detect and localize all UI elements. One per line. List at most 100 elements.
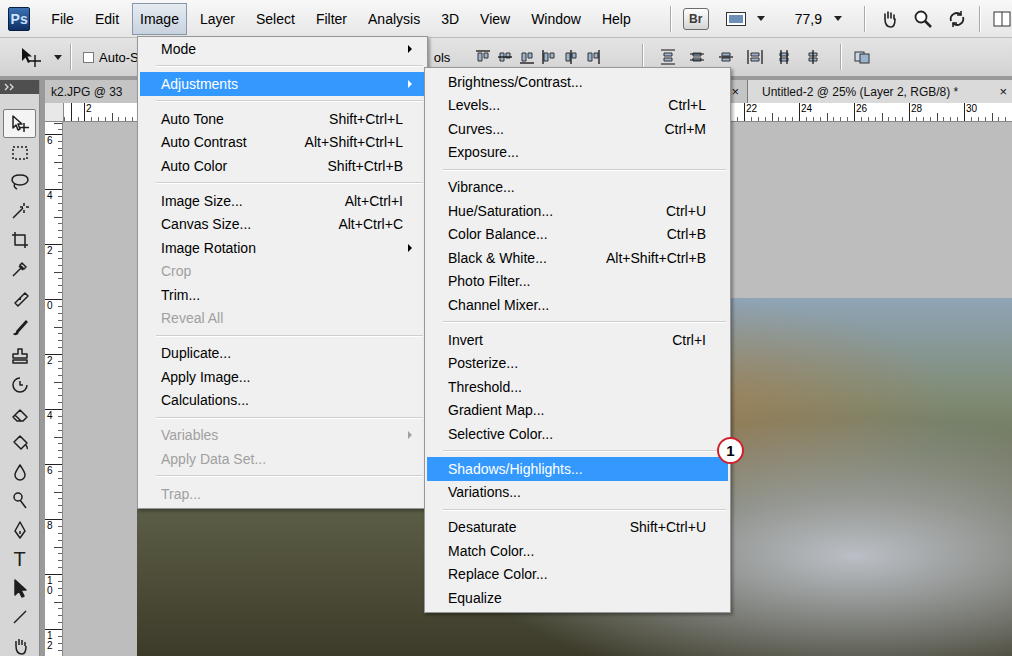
menu-item[interactable]: Posterize... — [427, 352, 728, 376]
menu-item[interactable]: Mode — [140, 37, 425, 61]
tool-button[interactable] — [0, 138, 39, 167]
menu-item[interactable]: Curves... Ctrl+M — [427, 117, 728, 141]
align-icon[interactable] — [540, 48, 558, 66]
menu-item[interactable]: Auto Tone Shift+Ctrl+L — [140, 107, 425, 131]
menu-item[interactable]: Image Rotation — [140, 236, 425, 260]
auto-select-checkbox[interactable] — [83, 52, 94, 63]
menu-item[interactable]: Crop — [140, 260, 425, 284]
tool-button[interactable] — [0, 370, 39, 399]
zoom-level[interactable]: 77,9 — [795, 11, 822, 27]
tool-button[interactable] — [0, 254, 39, 283]
tool-button[interactable] — [0, 573, 39, 602]
tool-button[interactable]: T — [0, 544, 39, 573]
menu-item[interactable]: Replace Color... — [427, 563, 728, 587]
ruler-origin[interactable] — [45, 103, 64, 122]
menu-title[interactable]: File — [43, 3, 82, 35]
menu-item[interactable]: Apply Data Set... — [140, 447, 425, 471]
tool-button[interactable] — [0, 486, 39, 515]
menu-title[interactable]: Edit — [87, 3, 127, 35]
tool-button[interactable] — [0, 515, 39, 544]
menu-item[interactable]: Image Size... Alt+Ctrl+I — [140, 189, 425, 213]
menu-title[interactable]: 3D — [433, 3, 467, 35]
dropdown-caret-icon[interactable] — [834, 16, 842, 21]
tool-button[interactable] — [0, 167, 39, 196]
distribute-icon[interactable] — [746, 48, 764, 66]
menu-title[interactable]: Help — [594, 3, 639, 35]
tool-button[interactable] — [0, 631, 39, 656]
menu-item[interactable]: Trim... — [140, 283, 425, 307]
menu-item[interactable]: Auto Contrast Alt+Shift+Ctrl+L — [140, 131, 425, 155]
tool-button[interactable] — [0, 312, 39, 341]
dropdown-caret-icon[interactable] — [757, 16, 765, 21]
menu-item[interactable]: Calculations... — [140, 389, 425, 413]
menu-item[interactable]: Reveal All — [140, 307, 425, 331]
menu-item[interactable]: Duplicate... — [140, 342, 425, 366]
tool-button[interactable] — [0, 225, 39, 254]
menu-item[interactable]: Match Color... — [427, 539, 728, 563]
arrange-documents-icon[interactable] — [992, 9, 1012, 29]
dropdown-caret-icon[interactable] — [54, 55, 62, 60]
tool-button[interactable] — [0, 399, 39, 428]
menu-title[interactable]: Analysis — [360, 3, 428, 35]
tool-button[interactable] — [0, 341, 39, 370]
align-icon[interactable] — [584, 48, 602, 66]
auto-align-icon[interactable] — [853, 48, 871, 66]
distribute-icon[interactable] — [688, 48, 706, 66]
menu-item[interactable]: Photo Filter... — [427, 270, 728, 294]
menu-item[interactable]: Variables — [140, 424, 425, 448]
menu-item[interactable]: Selective Color... — [427, 422, 728, 446]
menu-item[interactable]: Trap... — [140, 482, 425, 506]
menu-item[interactable]: Adjustments — [140, 72, 425, 96]
collapse-icon[interactable] — [4, 83, 16, 91]
menu-title[interactable]: Image — [132, 3, 187, 35]
vertical-ruler[interactable]: 642024681012 — [45, 122, 63, 656]
menu-item[interactable]: Channel Mixer... — [427, 293, 728, 317]
menu-item[interactable]: Canvas Size... Alt+Ctrl+C — [140, 213, 425, 237]
distribute-icon[interactable] — [804, 48, 822, 66]
menu-title[interactable]: Select — [248, 3, 303, 35]
menu-title[interactable]: Filter — [308, 3, 355, 35]
tool-button[interactable] — [3, 109, 36, 138]
distribute-icon[interactable] — [659, 48, 677, 66]
hand-icon[interactable] — [879, 9, 899, 29]
document-tab[interactable]: Untitled-2 @ 25% (Layer 2, RGB/8) * × — [748, 80, 1012, 103]
align-icon[interactable] — [496, 48, 514, 66]
tool-button[interactable] — [0, 602, 39, 631]
tool-button[interactable] — [0, 457, 39, 486]
menu-item[interactable]: Threshold... — [427, 375, 728, 399]
menu-item[interactable]: Hue/Saturation... Ctrl+U — [427, 199, 728, 223]
align-icon[interactable] — [518, 48, 536, 66]
menu-item[interactable]: Brightness/Contrast... — [427, 70, 728, 94]
menu-item[interactable]: Equalize — [427, 586, 728, 610]
menu-item[interactable]: Apply Image... — [140, 365, 425, 389]
menu-item[interactable]: Variations... — [427, 481, 728, 505]
align-icon[interactable] — [474, 48, 492, 66]
rotate-view-icon[interactable] — [947, 9, 967, 29]
menu-item[interactable]: Color Balance... Ctrl+B — [427, 223, 728, 247]
tool-button[interactable] — [0, 428, 39, 457]
tool-button[interactable] — [0, 196, 39, 225]
menu-item[interactable]: Shadows/Highlights... — [427, 457, 728, 481]
zoom-icon[interactable] — [913, 9, 933, 29]
screen-mode-icon[interactable] — [725, 9, 747, 29]
tools-panel-header[interactable] — [0, 80, 39, 94]
tab-close-button[interactable]: × — [731, 84, 739, 99]
menu-item[interactable]: Vibrance... — [427, 176, 728, 200]
menu-item[interactable]: Black & White... Alt+Shift+Ctrl+B — [427, 246, 728, 270]
menu-item[interactable]: Gradient Map... — [427, 399, 728, 423]
menu-item[interactable]: Desaturate Shift+Ctrl+U — [427, 516, 728, 540]
distribute-icon[interactable] — [717, 48, 735, 66]
menu-title[interactable]: Window — [523, 3, 589, 35]
menu-title[interactable]: View — [472, 3, 518, 35]
menu-title[interactable]: Layer — [192, 3, 243, 35]
menu-item[interactable]: Levels... Ctrl+L — [427, 94, 728, 118]
tab-close-button[interactable]: × — [999, 84, 1007, 99]
menu-item[interactable]: Exposure... — [427, 141, 728, 165]
distribute-icon[interactable] — [775, 48, 793, 66]
menu-item[interactable]: Auto Color Shift+Ctrl+B — [140, 154, 425, 178]
tool-button[interactable] — [0, 283, 39, 312]
transform-controls-label[interactable]: ols — [434, 50, 451, 65]
bridge-button[interactable]: Br — [683, 8, 709, 30]
move-tool-icon[interactable] — [18, 45, 42, 69]
menu-item[interactable]: Invert Ctrl+I — [427, 328, 728, 352]
